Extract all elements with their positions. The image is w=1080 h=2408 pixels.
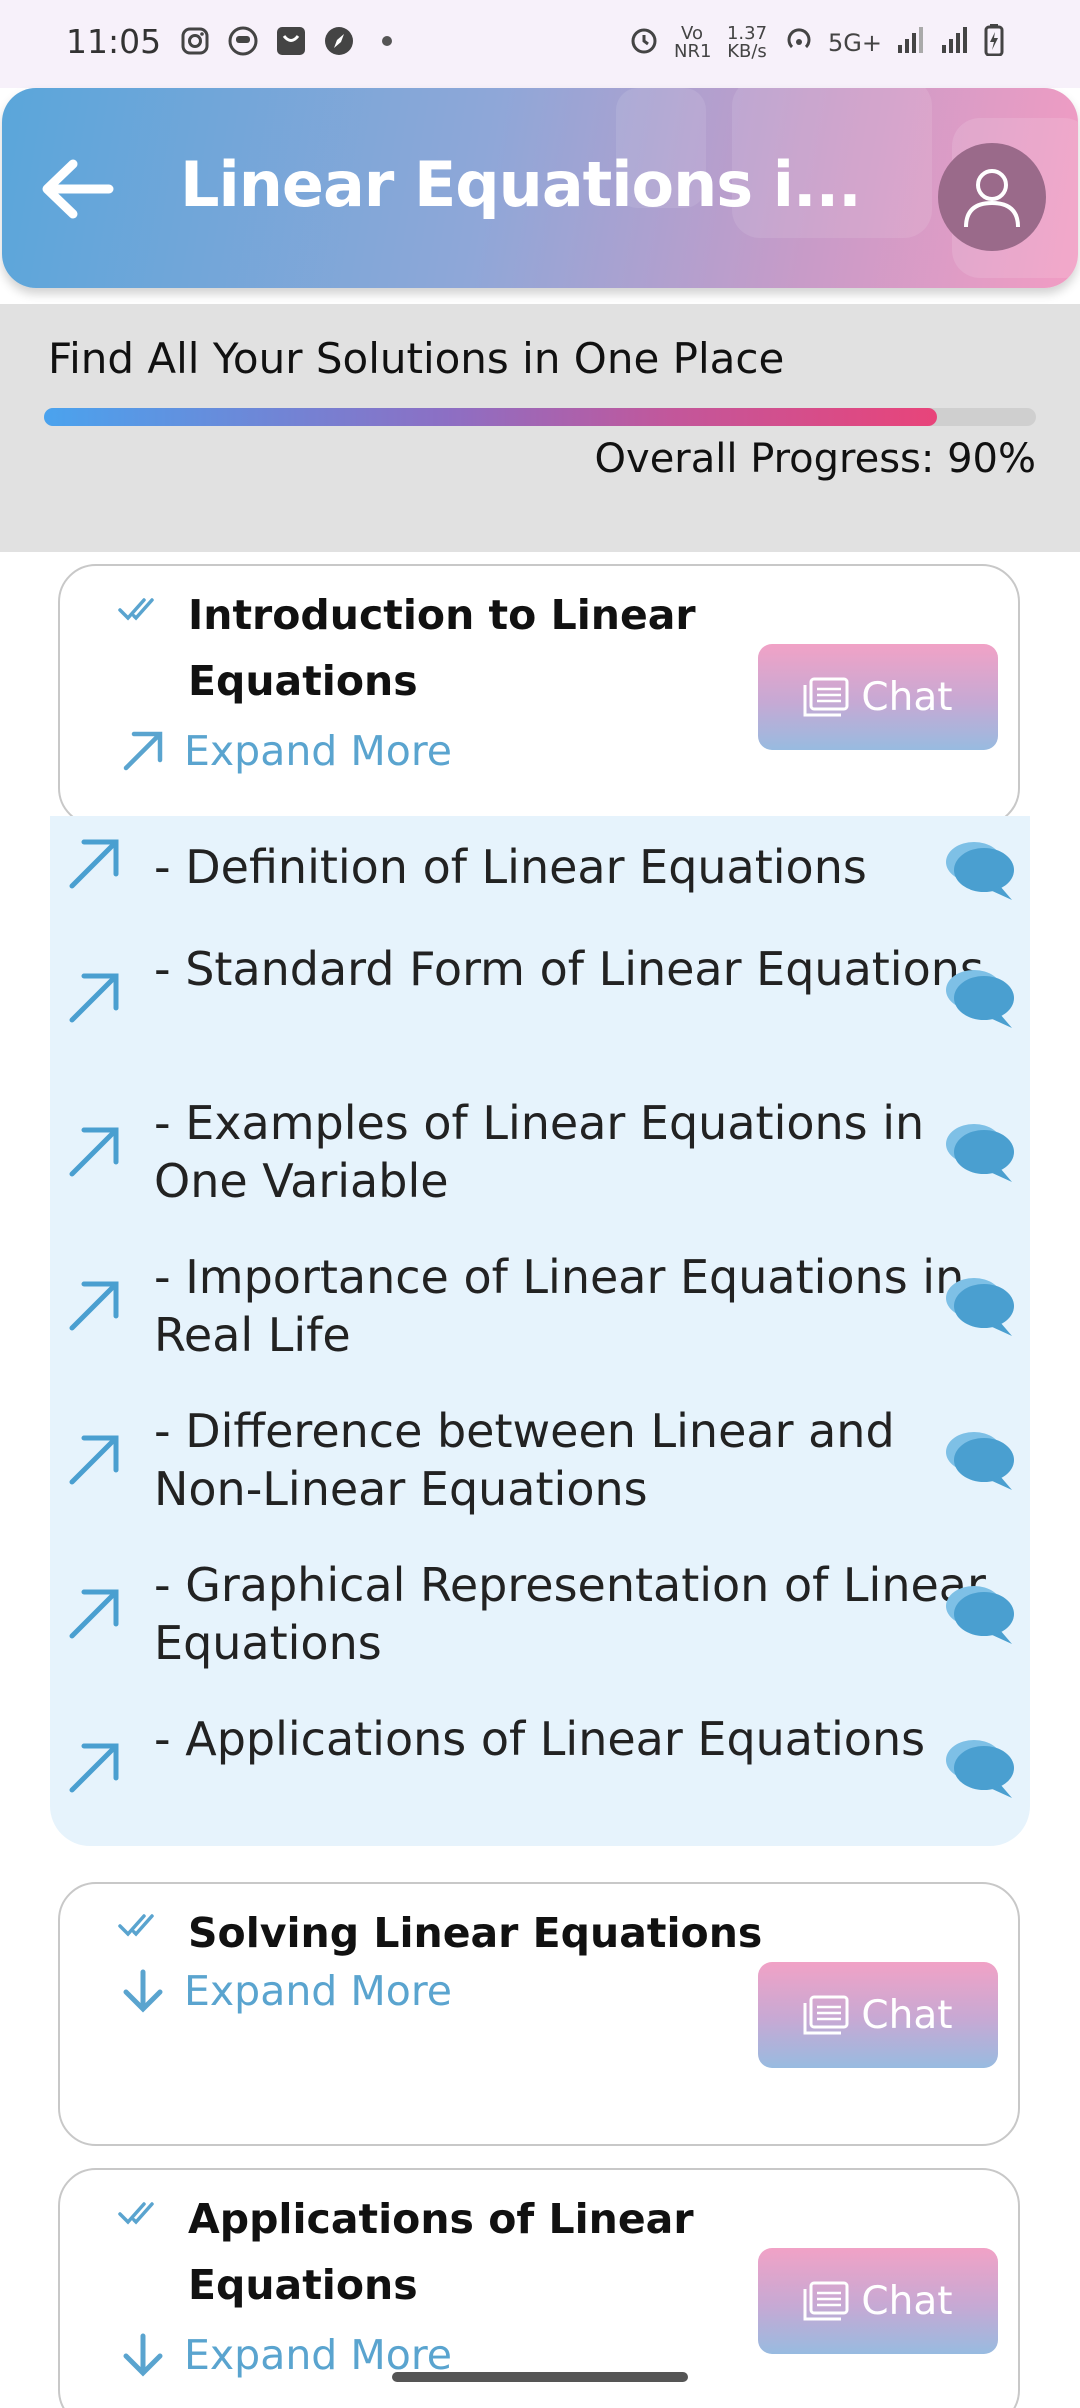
chat-document-icon	[803, 2281, 849, 2321]
expand-more-button[interactable]: Expand More	[118, 1966, 452, 2016]
subtopic-label: - Importance of Linear Equations in Real…	[154, 1250, 965, 1362]
chat-label: Chat	[861, 2278, 953, 2324]
progress-bar	[44, 408, 1036, 426]
profile-avatar-button[interactable]	[938, 143, 1046, 251]
hotspot-icon	[784, 25, 814, 61]
tagline: Find All Your Solutions in One Place	[48, 334, 785, 383]
chat-bubbles-icon[interactable]	[938, 1428, 1018, 1492]
arrow-up-right-icon	[69, 1743, 119, 1793]
progress-section: Find All Your Solutions in One Place Ove…	[0, 304, 1080, 552]
chat-button[interactable]: Chat	[758, 1962, 998, 2068]
double-check-icon	[118, 2202, 154, 2225]
subtopic-label: - Definition of Linear Equations	[154, 840, 867, 894]
chat-document-icon	[803, 677, 849, 717]
chat-bubbles-icon[interactable]	[938, 1120, 1018, 1184]
arrow-down-icon	[118, 2330, 168, 2380]
subtopic-item[interactable]: - Examples of Linear Equations in One Va…	[50, 1086, 1030, 1226]
chat-button[interactable]: Chat	[758, 2248, 998, 2354]
chat-bubbles-icon[interactable]	[938, 838, 1018, 902]
status-system-icons: Vo NR1 1.37 KB/s 5G+	[628, 24, 1004, 62]
topic-title: Solving Linear Equations	[188, 1909, 763, 1957]
arrow-up-right-icon	[69, 1589, 119, 1639]
subtopic-label: - Graphical Representation of Linear Equ…	[154, 1558, 986, 1670]
topic-card[interactable]: Introduction to Linear Equations Expand …	[58, 564, 1020, 826]
chat-label: Chat	[861, 1992, 953, 2038]
subtopic-item[interactable]: - Difference between Linear and Non-Line…	[50, 1394, 1030, 1534]
arrow-up-right-icon	[69, 973, 119, 1023]
double-check-icon	[118, 1914, 154, 1937]
arrow-left-icon	[42, 159, 114, 219]
chat-button[interactable]: Chat	[758, 644, 998, 750]
network-type: 5G+	[828, 29, 882, 57]
double-check-icon	[118, 598, 154, 621]
subtopic-item[interactable]: - Standard Form of Linear Equations	[50, 932, 1030, 1072]
user-icon	[964, 169, 1020, 228]
network-speed: 1.37 KB/s	[726, 23, 768, 62]
bag-icon	[274, 24, 308, 58]
chat-bubbles-icon[interactable]	[938, 966, 1018, 1030]
compass-icon	[322, 24, 356, 58]
progress-label: Overall Progress: 90%	[594, 436, 1036, 482]
subtopic-label: - Applications of Linear Equations	[154, 1712, 926, 1766]
status-bar: 11:05 Vo NR1 1.37 KB/s 5G+	[0, 0, 1080, 88]
topic-title: Applications of Linear Equations	[188, 2195, 694, 2309]
status-time: 11:05	[66, 22, 162, 61]
topic-card[interactable]: Solving Linear Equations Expand More Cha…	[58, 1882, 1020, 2146]
subtopic-item[interactable]: - Graphical Representation of Linear Equ…	[50, 1548, 1030, 1688]
signal-icon	[940, 25, 970, 61]
status-notification-icons	[178, 24, 404, 58]
page-title: Linear Equations i...	[180, 148, 862, 221]
subtopic-label: - Difference between Linear and Non-Line…	[154, 1404, 895, 1516]
app-header: Linear Equations i...	[2, 88, 1078, 288]
subtopic-label: - Examples of Linear Equations in One Va…	[154, 1096, 925, 1208]
subtopic-item[interactable]: - Definition of Linear Equations	[50, 816, 1030, 924]
arrow-up-right-icon	[69, 1281, 119, 1331]
chat-label: Chat	[861, 674, 953, 720]
back-button[interactable]	[32, 144, 122, 234]
arrow-down-icon	[118, 1966, 168, 2016]
expand-more-button[interactable]: Expand More	[118, 726, 452, 776]
arrow-up-right-icon	[69, 1435, 119, 1485]
topic-title: Introduction to Linear Equations	[188, 591, 696, 705]
subtopic-label: - Standard Form of Linear Equations	[154, 942, 984, 996]
expand-more-label: Expand More	[184, 727, 453, 775]
subtopic-item[interactable]: - Applications of Linear Equations	[50, 1702, 1030, 1842]
subtopic-list: - Definition of Linear Equations - Stand…	[50, 816, 1030, 1846]
instagram-icon	[178, 24, 212, 58]
app-icon	[226, 24, 260, 58]
dot-icon	[370, 24, 404, 58]
arrow-up-right-icon	[69, 839, 119, 889]
chat-bubbles-icon[interactable]	[938, 1582, 1018, 1646]
battery-icon	[984, 24, 1004, 62]
arrow-up-right-icon	[118, 726, 168, 776]
arrow-up-right-icon	[69, 1127, 119, 1177]
signal-icon	[896, 25, 926, 61]
volte-label: Vo NR1	[674, 23, 712, 62]
chat-bubbles-icon[interactable]	[938, 1274, 1018, 1338]
chat-document-icon	[803, 1995, 849, 2035]
chat-bubbles-icon[interactable]	[938, 1736, 1018, 1800]
progress-bar-fill	[44, 408, 937, 426]
alarm-icon	[628, 24, 660, 62]
subtopic-item[interactable]: - Importance of Linear Equations in Real…	[50, 1240, 1030, 1380]
home-indicator[interactable]	[392, 2372, 688, 2382]
expand-more-label: Expand More	[184, 1967, 453, 2015]
